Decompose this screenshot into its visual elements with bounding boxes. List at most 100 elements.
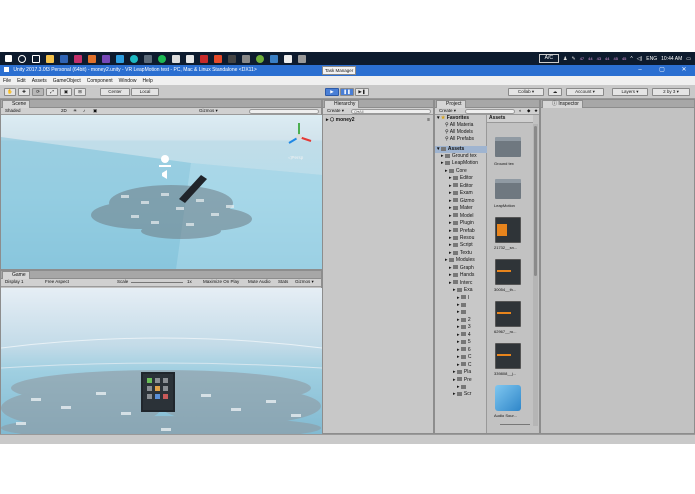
transform-tool-icon[interactable]: ⊞: [74, 88, 86, 96]
layers-dropdown[interactable]: Layers ▾: [612, 88, 648, 96]
move-tool-icon[interactable]: ✚: [18, 88, 30, 96]
volume-icon[interactable]: ◁): [637, 56, 643, 62]
project-tree-item[interactable]: ▸ 2: [457, 317, 471, 324]
display-dropdown[interactable]: Display 1: [5, 279, 24, 285]
tab-game[interactable]: Game: [2, 271, 30, 279]
project-tree-item[interactable]: ▸ C: [457, 362, 472, 369]
audio-toggle-icon[interactable]: ♪: [83, 108, 85, 114]
project-tree-item[interactable]: ▸ Plugin: [449, 220, 474, 227]
project-tree-item[interactable]: ▸ Textu: [449, 250, 472, 257]
scale-tool-icon[interactable]: ⤢: [46, 88, 58, 96]
hand-tool-icon[interactable]: ✋: [4, 88, 16, 96]
step-button[interactable]: ▶❚: [355, 88, 369, 96]
persp-label[interactable]: ◁Persp: [288, 155, 304, 160]
app-icon[interactable]: [88, 54, 96, 63]
project-tree-item[interactable]: ▸ 6: [457, 347, 471, 354]
project-tree-item[interactable]: ▸ 4: [457, 332, 471, 339]
account-dropdown[interactable]: Account ▾: [566, 88, 604, 96]
hierarchy-search-input[interactable]: Q▾All: [351, 109, 431, 114]
pivot-local-button[interactable]: Local: [131, 88, 159, 96]
lighting-toggle-icon[interactable]: ☀: [73, 108, 77, 114]
tab-scene[interactable]: Scene: [2, 100, 31, 108]
minimize-button[interactable]: –: [629, 65, 651, 76]
hierarchy-root-item[interactable]: ▸ ⬡ money2: [326, 117, 355, 124]
task-manager-icon[interactable]: [298, 54, 306, 63]
maximize-button[interactable]: ▢: [651, 65, 673, 76]
clock[interactable]: 10:44 AM: [661, 56, 682, 62]
audio-clip-icon[interactable]: [495, 301, 521, 327]
aspect-dropdown[interactable]: Free Aspect: [45, 279, 69, 285]
menu-file[interactable]: File: [3, 78, 11, 84]
tab-project[interactable]: Project: [436, 100, 466, 108]
folder-icon[interactable]: [495, 137, 521, 157]
audio-clip-icon[interactable]: [495, 217, 521, 243]
project-tree-item[interactable]: ▸ Script: [449, 242, 473, 249]
favorite-item[interactable]: ⚲ All Models: [445, 129, 473, 136]
project-tree-item[interactable]: ▸ Interc: [449, 280, 472, 287]
2d-toggle[interactable]: 2D: [61, 108, 67, 114]
favorite-star-icon[interactable]: ★: [534, 108, 538, 114]
shading-dropdown[interactable]: Shaded: [5, 108, 21, 114]
layout-dropdown[interactable]: 2 by 3 ▾: [652, 88, 690, 96]
project-tree-item[interactable]: ▸: [457, 302, 468, 309]
menu-component[interactable]: Component: [87, 78, 113, 84]
scale-slider[interactable]: [131, 282, 183, 283]
menu-assets[interactable]: Assets: [32, 78, 47, 84]
project-tree-item[interactable]: ▸ 3: [457, 324, 471, 331]
app-icon[interactable]: [186, 54, 194, 63]
app-icon[interactable]: [74, 54, 82, 63]
app-icon[interactable]: [228, 54, 236, 63]
project-tree-item[interactable]: ▸ Exam: [449, 190, 473, 197]
chevron-up-icon[interactable]: ^: [630, 56, 632, 62]
project-create-dropdown[interactable]: Create ▾: [439, 108, 456, 114]
project-tree-item[interactable]: ▸ Graph: [449, 265, 474, 272]
pivot-center-button[interactable]: Center: [100, 88, 130, 96]
project-tree-item[interactable]: ▸ Ground tex: [441, 153, 477, 160]
game-gizmos-dropdown[interactable]: Gizmos ▾: [295, 279, 314, 285]
project-tree-item[interactable]: ▸ Editor: [449, 175, 473, 182]
scene-options-icon[interactable]: ≡: [427, 117, 430, 123]
project-tree-item[interactable]: ▸ Resou: [449, 235, 474, 242]
app-icon[interactable]: [200, 54, 208, 63]
project-scrollbar[interactable]: [533, 124, 538, 426]
thumbnail-size-slider[interactable]: [500, 424, 530, 425]
scene-viewport[interactable]: ◁Persp: [1, 115, 322, 269]
mute-audio-toggle[interactable]: Mute Audio: [248, 279, 271, 285]
game-viewport[interactable]: [1, 288, 322, 440]
pen-icon[interactable]: ✎: [571, 56, 575, 62]
app-icon[interactable]: [144, 54, 152, 63]
project-tree-item[interactable]: ▸ Exa: [453, 287, 473, 294]
scene-search-input[interactable]: [249, 109, 319, 114]
favorite-item[interactable]: ⚲ All Materia: [445, 122, 473, 129]
filter-label-icon[interactable]: ◆: [527, 108, 530, 114]
project-tree-item[interactable]: ▸ 5: [457, 339, 471, 346]
project-tree-item[interactable]: ▸ Scr: [453, 391, 471, 398]
project-tree-item[interactable]: ▸ Pre: [453, 377, 472, 384]
unity-icon[interactable]: [284, 54, 292, 63]
filter-type-icon[interactable]: ◐: [519, 108, 522, 114]
project-tree-item[interactable]: ▸ Prefab: [449, 228, 475, 235]
project-tree-item[interactable]: ▸ Mater: [449, 205, 473, 212]
project-tree-item[interactable]: ▸ Gizmo: [449, 198, 474, 205]
menu-window[interactable]: Window: [119, 78, 137, 84]
spotify-icon[interactable]: [158, 54, 166, 63]
project-scrollbar-thumb[interactable]: [534, 126, 537, 276]
app-icon[interactable]: [60, 54, 68, 63]
menu-gameobject[interactable]: GameObject: [53, 78, 81, 84]
chrome-icon[interactable]: [130, 54, 138, 63]
project-breadcrumb[interactable]: Assets: [487, 115, 533, 123]
hierarchy-create-dropdown[interactable]: Create ▾: [327, 108, 344, 114]
folder-icon[interactable]: [495, 179, 521, 199]
tab-hierarchy[interactable]: Hierarchy: [324, 100, 360, 108]
assets-root-item[interactable]: ▾ Assets: [435, 146, 487, 153]
file-explorer-icon[interactable]: [46, 54, 54, 63]
project-tree-item[interactable]: ▸: [457, 384, 468, 391]
pause-button[interactable]: ❚❚: [340, 88, 354, 96]
app-icon[interactable]: [270, 54, 278, 63]
project-tree-item[interactable]: ▸ I: [457, 295, 469, 302]
favorite-item[interactable]: ⚲ All Prefabs: [445, 136, 474, 143]
project-tree-item[interactable]: ▸: [457, 309, 468, 316]
app-icon[interactable]: [214, 54, 222, 63]
collab-dropdown[interactable]: Collab ▾: [508, 88, 544, 96]
maximize-on-play-toggle[interactable]: Maximize On Play: [203, 279, 239, 285]
